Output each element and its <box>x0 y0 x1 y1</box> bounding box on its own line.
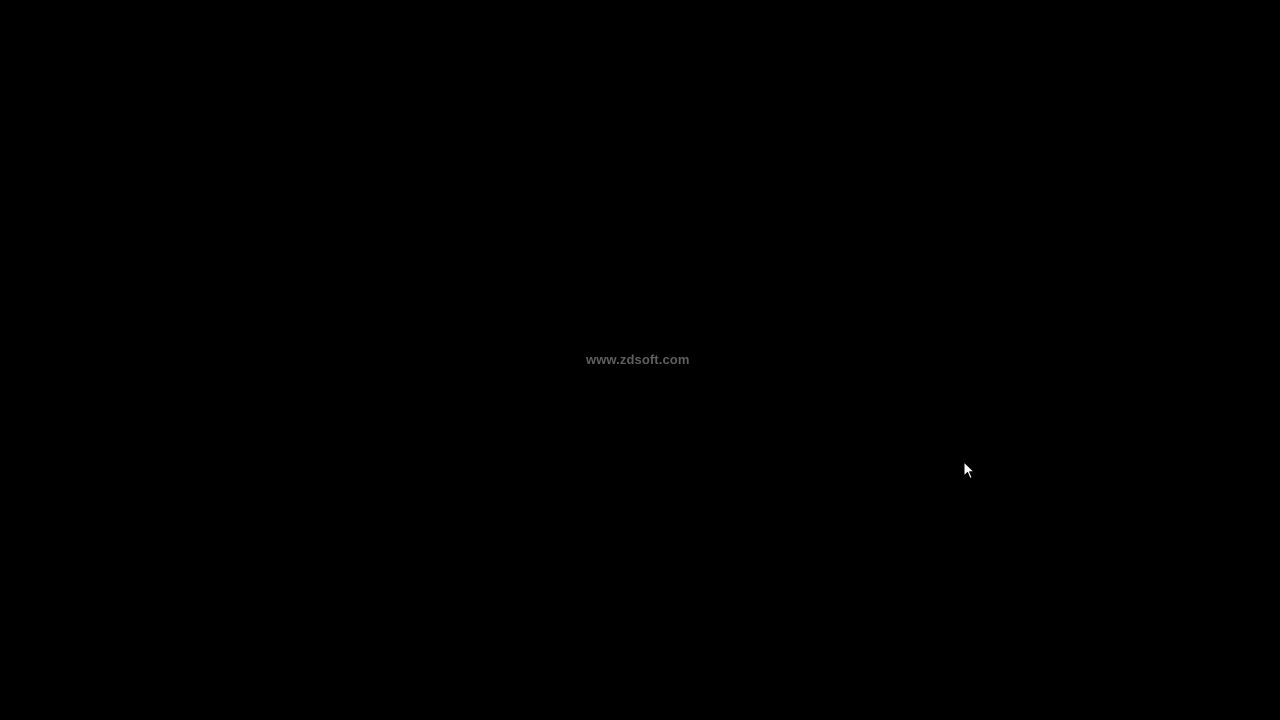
black-screen: www.zdsoft.com <box>0 0 1280 720</box>
watermark-text: www.zdsoft.com <box>586 352 690 367</box>
arrow-cursor-icon <box>963 461 975 479</box>
